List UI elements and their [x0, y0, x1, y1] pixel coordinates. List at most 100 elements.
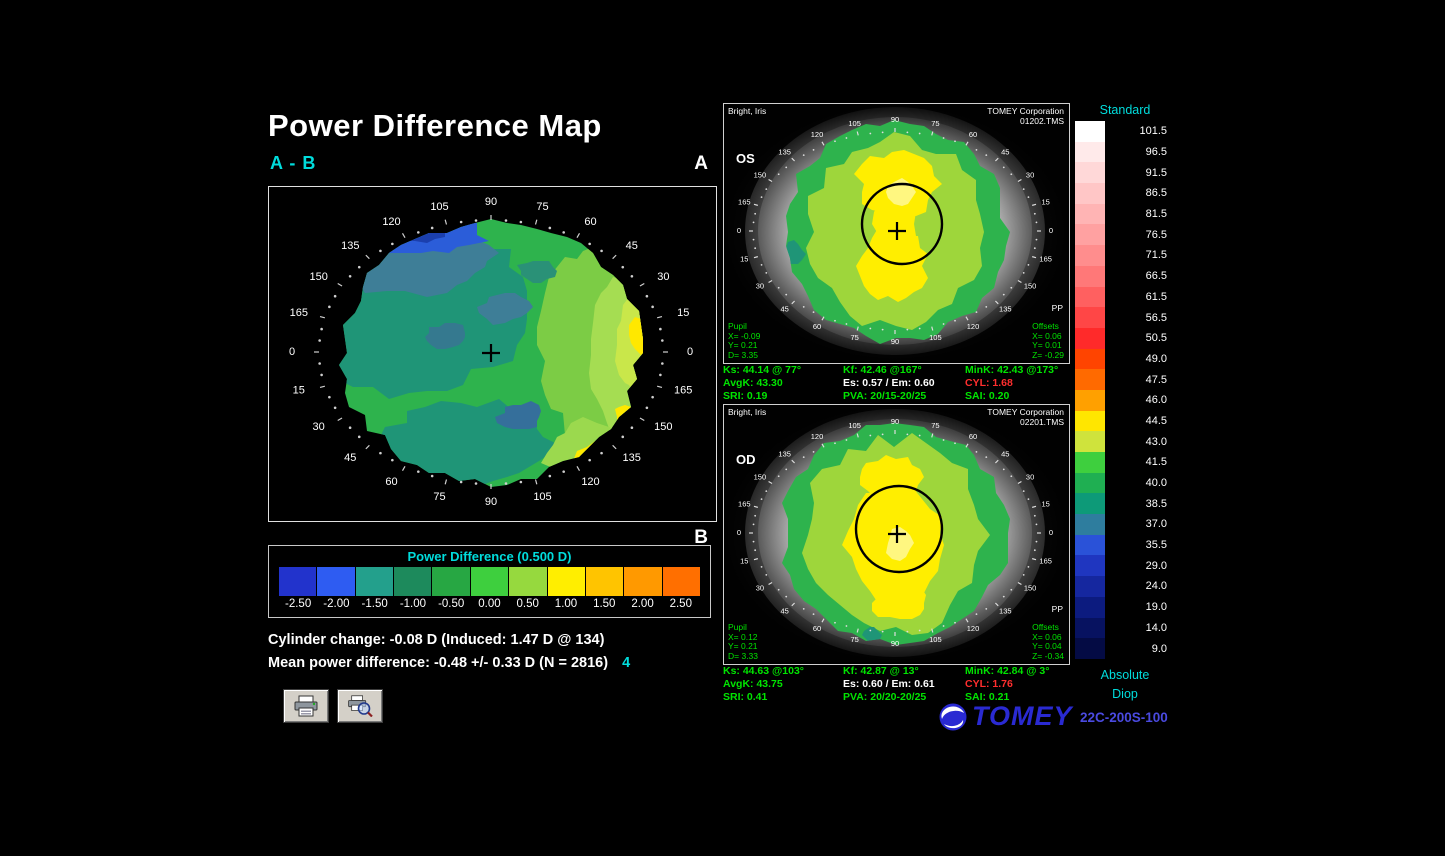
- illumination-label: Bright, Iris: [728, 106, 766, 116]
- scale-row: 66.5: [1075, 266, 1175, 287]
- scale-swatch: [1075, 597, 1105, 618]
- scale-value: 9.0: [1105, 643, 1167, 655]
- svg-text:105: 105: [848, 119, 861, 128]
- tomey-logo: TOMEY: [938, 701, 1073, 732]
- scale-swatch: [1075, 411, 1105, 432]
- svg-text:75: 75: [433, 491, 445, 503]
- scale-swatch: [1075, 287, 1105, 308]
- svg-text:15: 15: [293, 385, 305, 397]
- svg-text:105: 105: [929, 635, 942, 644]
- scale-row: 19.0: [1075, 597, 1175, 618]
- pupil-d: D= 3.35: [728, 351, 760, 361]
- pupil-d: D= 3.33: [728, 652, 758, 662]
- svg-text:30: 30: [657, 271, 669, 283]
- pp-label: PP: [1052, 303, 1063, 313]
- scale-row: 43.0: [1075, 431, 1175, 452]
- print-preview-button[interactable]: [337, 689, 383, 723]
- offsets-z: Z= -0.29: [1032, 351, 1064, 361]
- print-button[interactable]: [283, 689, 329, 723]
- scale-row: 37.0: [1075, 514, 1175, 535]
- brand-name: TOMEY: [972, 701, 1073, 732]
- svg-text:30: 30: [1026, 170, 1034, 179]
- legend-title: Power Difference (0.500 D): [269, 549, 710, 564]
- cylinder-change-line: Cylinder change: -0.08 D (Induced: 1.47 …: [268, 632, 604, 648]
- pp-label: PP: [1052, 604, 1063, 614]
- scale-value: 47.5: [1105, 374, 1167, 386]
- scale-swatch: [1075, 307, 1105, 328]
- svg-text:0: 0: [737, 528, 741, 537]
- svg-text:105: 105: [929, 333, 942, 342]
- scale-swatch: [1075, 431, 1105, 452]
- scale-row: 56.5: [1075, 307, 1175, 328]
- svg-text:150: 150: [654, 421, 672, 433]
- difference-map-panel: 0153045607590105120135150165015304560759…: [268, 186, 717, 522]
- svg-text:30: 30: [1026, 472, 1034, 481]
- scale-row: 47.5: [1075, 369, 1175, 390]
- svg-text:60: 60: [969, 432, 977, 441]
- map-subtitle: A - B: [270, 153, 316, 174]
- illumination-label: Bright, Iris: [728, 407, 766, 417]
- scale-name: Standard: [1075, 103, 1175, 117]
- scale-swatch: [1075, 555, 1105, 576]
- svg-text:45: 45: [781, 304, 789, 313]
- scale-row: 38.5: [1075, 493, 1175, 514]
- scale-row: 81.5: [1075, 204, 1175, 225]
- scale-value: 101.5: [1105, 125, 1167, 137]
- svg-text:60: 60: [584, 216, 596, 228]
- legend-value: 2.00: [623, 598, 661, 610]
- svg-text:15: 15: [740, 255, 748, 264]
- scale-row: 44.5: [1075, 411, 1175, 432]
- svg-text:90: 90: [485, 196, 497, 208]
- scale-swatch: [1075, 618, 1105, 639]
- svg-text:120: 120: [967, 322, 980, 331]
- svg-text:120: 120: [967, 624, 980, 633]
- vendor-label: TOMEY Corporation: [987, 407, 1064, 417]
- legend-swatch: [317, 567, 355, 596]
- svg-text:165: 165: [738, 197, 751, 206]
- legend-value: -1.00: [394, 598, 432, 610]
- svg-text:135: 135: [999, 304, 1012, 313]
- stat-cell: SAI: 0.20: [965, 390, 1068, 403]
- svg-text:150: 150: [1024, 583, 1037, 592]
- scale-row: 9.0: [1075, 638, 1175, 659]
- keratometry-stats-od: Ks: 44.63 @103°Kf: 42.87 @ 13°MinK: 42.8…: [723, 665, 1068, 704]
- scale-row: 24.0: [1075, 576, 1175, 597]
- scale-value: 86.5: [1105, 187, 1167, 199]
- scale-value: 35.5: [1105, 539, 1167, 551]
- stat-cell: Kf: 42.87 @ 13°: [843, 665, 965, 678]
- svg-text:105: 105: [533, 491, 551, 503]
- difference-scale-legend: Power Difference (0.500 D) -2.50-2.00-1.…: [268, 545, 711, 618]
- scale-row: 40.0: [1075, 473, 1175, 494]
- scale-swatch: [1075, 473, 1105, 494]
- svg-text:150: 150: [754, 170, 767, 179]
- svg-text:165: 165: [1039, 255, 1052, 264]
- scale-swatch: [1075, 204, 1105, 225]
- legend-swatch: [394, 567, 432, 596]
- svg-text:0: 0: [289, 346, 295, 358]
- svg-text:120: 120: [811, 432, 824, 441]
- svg-text:45: 45: [344, 452, 356, 464]
- svg-text:60: 60: [813, 322, 821, 331]
- legend-swatch: [471, 567, 509, 596]
- svg-text:135: 135: [341, 240, 359, 252]
- scale-swatch: [1075, 328, 1105, 349]
- offsets-readout: Offsets X= 0.06 Y= 0.01 Z= -0.29: [1032, 322, 1064, 360]
- tomey-logo-icon: [938, 702, 968, 732]
- scale-row: 41.5: [1075, 452, 1175, 473]
- stat-cell: CYL: 1.76: [965, 678, 1068, 691]
- scale-swatch: [1075, 224, 1105, 245]
- mean-difference-line: Mean power difference: -0.48 +/- 0.33 D …: [268, 655, 630, 671]
- stat-cell: Ks: 44.63 @103°: [723, 665, 843, 678]
- scale-row: 14.0: [1075, 618, 1175, 639]
- legend-value: 0.00: [470, 598, 508, 610]
- scale-swatch: [1075, 183, 1105, 204]
- svg-text:45: 45: [1001, 449, 1009, 458]
- scale-value: 50.5: [1105, 332, 1167, 344]
- legend-swatch: [356, 567, 394, 596]
- offsets-z: Z= -0.34: [1032, 652, 1064, 662]
- scale-value: 37.0: [1105, 518, 1167, 530]
- scale-swatch: [1075, 142, 1105, 163]
- scale-value: 96.5: [1105, 146, 1167, 158]
- scale-unit-label: Diop: [1075, 687, 1175, 701]
- stat-cell: Es: 0.57 / Em: 0.60: [843, 377, 965, 390]
